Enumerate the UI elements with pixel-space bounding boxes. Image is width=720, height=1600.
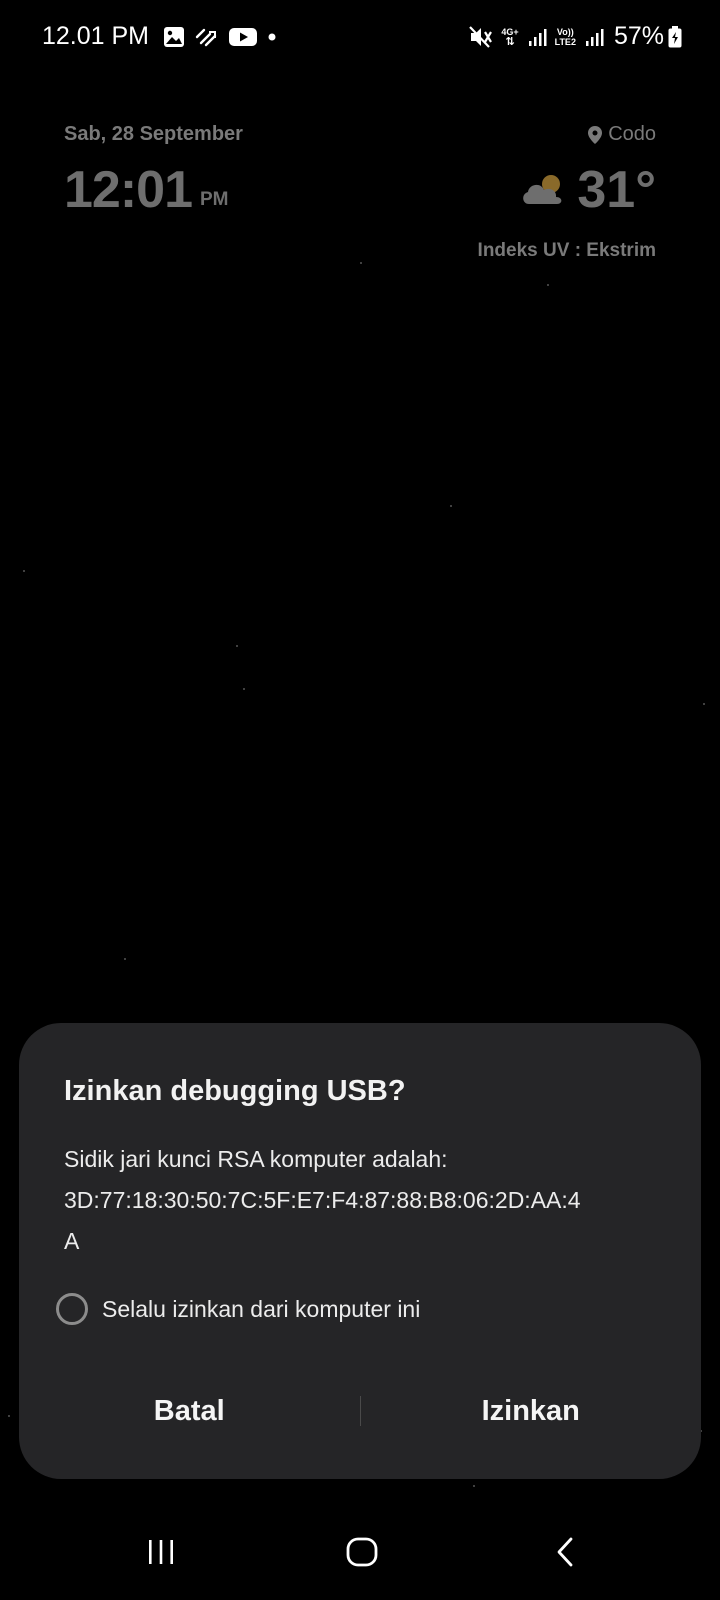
status-bar-right: 4G+ ⇅ Vo)) LTE2 57%	[459, 22, 682, 51]
dot-icon	[267, 32, 277, 42]
always-allow-checkbox-row[interactable]: Selalu izinkan dari komputer ini	[56, 1293, 420, 1325]
weather-widget[interactable]: 31°	[519, 162, 656, 218]
transfer-icon	[195, 27, 219, 47]
dialog-message-line: Sidik jari kunci RSA komputer adalah:	[64, 1146, 448, 1172]
dialog-buttons: Batal Izinkan	[19, 1381, 701, 1441]
signal-icon	[584, 27, 604, 47]
uv-index: Indeks UV : Ekstrim	[477, 240, 656, 261]
cancel-button[interactable]: Batal	[19, 1395, 360, 1428]
recents-icon[interactable]	[131, 1532, 191, 1572]
rsa-fingerprint-continued: A	[64, 1228, 80, 1254]
dialog-title: Izinkan debugging USB?	[64, 1075, 406, 1107]
network-4g-icon: 4G+ ⇅	[501, 26, 519, 48]
status-bar-left: 12.01 PM	[42, 22, 287, 51]
gallery-icon	[163, 26, 185, 48]
battery-charging-icon	[668, 25, 682, 48]
status-time: 12.01 PM	[42, 22, 150, 50]
lock-ampm: PM	[200, 189, 229, 210]
weather-location[interactable]: Codo	[588, 123, 656, 146]
always-allow-checkbox[interactable]	[56, 1293, 88, 1325]
back-icon[interactable]	[535, 1532, 595, 1572]
lock-clock: 12:01 PM	[64, 162, 229, 218]
dialog-message: Sidik jari kunci RSA komputer adalah: 3D…	[64, 1139, 676, 1262]
allow-button[interactable]: Izinkan	[361, 1395, 702, 1428]
battery-percent: 57%	[613, 22, 664, 50]
always-allow-label[interactable]: Selalu izinkan dari komputer ini	[102, 1296, 420, 1323]
volte-icon: Vo)) LTE2	[555, 27, 576, 47]
volte-top-label: Vo))	[556, 26, 574, 37]
signal-icon	[527, 27, 547, 47]
status-bar: 12.01 PM 4G+ ⇅ Vo)) LTE2 57%	[0, 0, 720, 80]
lock-time: 12:01	[64, 161, 193, 219]
navigation-bar	[0, 1520, 720, 1590]
mute-vibrate-icon	[467, 25, 493, 49]
usb-debugging-dialog: Izinkan debugging USB? Sidik jari kunci …	[19, 1023, 701, 1479]
volte-bottom-label: LTE2	[554, 36, 576, 47]
rsa-fingerprint: 3D:77:18:30:50:7C:5F:E7:F4:87:88:B8:06:2…	[64, 1187, 581, 1213]
location-pin-icon	[588, 125, 603, 144]
partly-cloudy-icon	[519, 170, 569, 210]
home-icon[interactable]	[332, 1532, 392, 1572]
lock-date: Sab, 28 September	[64, 123, 243, 145]
location-name: Codo	[608, 123, 656, 145]
temperature: 31°	[577, 161, 656, 219]
youtube-icon	[229, 27, 258, 47]
